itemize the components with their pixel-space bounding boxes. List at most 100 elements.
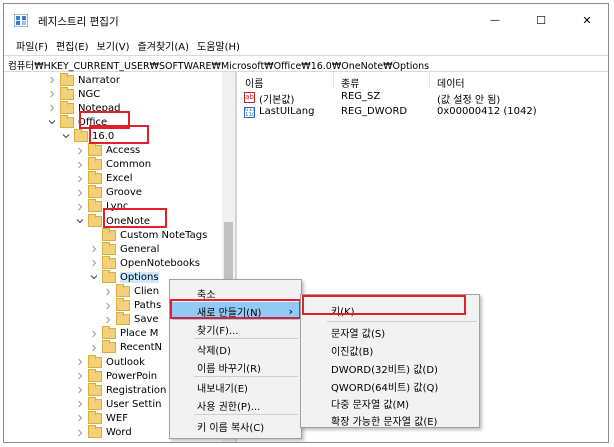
column-name[interactable]: 이름	[245, 75, 263, 90]
chevron-right-icon[interactable]	[74, 397, 86, 411]
menu-permissions[interactable]: 사용 권한(P)...	[170, 396, 301, 414]
chevron-right-icon[interactable]	[46, 73, 58, 87]
tree-item[interactable]: WEF	[74, 410, 128, 425]
address-path[interactable]: 컴퓨터₩HKEY_CURRENT_USER₩SOFTWARE₩Microsoft…	[8, 58, 429, 72]
tree-item[interactable]: Narrator	[46, 72, 120, 87]
folder-icon	[102, 269, 116, 283]
menu-new[interactable]: 새로 만들기(N) ›	[172, 302, 299, 320]
window-title: 레지스트리 편집기	[38, 16, 119, 28]
folder-icon	[116, 298, 130, 312]
menu-view[interactable]: 보기(V)	[93, 38, 134, 53]
chevron-right-icon[interactable]	[88, 242, 100, 256]
chevron-right-icon[interactable]	[74, 144, 86, 158]
menu-file[interactable]: 파일(F)	[12, 38, 52, 53]
value-row[interactable]: 011 110 LastUILang REG_DWORD 0x00000412 (…	[237, 105, 608, 120]
value-type: REG_DWORD	[341, 106, 408, 117]
menu-edit[interactable]: 편집(E)	[52, 38, 93, 53]
menu-rename[interactable]: 이름 바꾸기(R)	[170, 358, 301, 376]
chevron-right-icon[interactable]	[74, 426, 86, 440]
maximize-button[interactable]: ☐	[518, 4, 564, 36]
tree-item[interactable]: 16.0	[60, 128, 114, 143]
tree-item[interactable]: Outlook	[74, 354, 145, 369]
tree-item[interactable]: OpenNotebooks	[88, 255, 200, 270]
submenu-string-value[interactable]: 문자열 값(S)	[301, 323, 479, 341]
submenu-expandable-string-value[interactable]: 확장 가능한 문자열 값(E)	[301, 411, 479, 429]
tree-item[interactable]: Office	[46, 114, 108, 129]
chevron-down-icon[interactable]	[60, 129, 72, 143]
chevron-right-icon[interactable]	[102, 313, 114, 327]
menu-delete[interactable]: 삭제(D)	[170, 340, 301, 358]
chevron-down-icon[interactable]	[46, 115, 58, 129]
chevron-down-icon[interactable]	[88, 270, 100, 284]
chevron-right-icon[interactable]	[74, 186, 86, 200]
folder-icon	[88, 382, 102, 396]
tree-item-label: OneNote	[106, 215, 151, 227]
menu-export[interactable]: 내보내기(E)	[170, 378, 301, 396]
chevron-right-icon[interactable]	[46, 87, 58, 101]
address-bar[interactable]: 컴퓨터₩HKEY_CURRENT_USER₩SOFTWARE₩Microsoft…	[4, 55, 608, 72]
close-button[interactable]: ✕	[564, 4, 608, 36]
tree-item[interactable]: Clien	[102, 284, 159, 299]
chevron-right-icon[interactable]	[88, 327, 100, 341]
tree-item[interactable]: RecentN	[88, 340, 162, 355]
column-data[interactable]: 데이터	[437, 75, 465, 90]
tree-item[interactable]: Lync	[74, 199, 128, 214]
tree-item[interactable]: User Settin	[74, 396, 162, 411]
minimize-button[interactable]: —	[472, 4, 518, 36]
menu-copy-key-name[interactable]: 키 이름 복사(C)	[170, 417, 301, 435]
tree-item[interactable]: Save	[102, 312, 159, 327]
tree-item[interactable]: NGC	[46, 86, 100, 101]
submenu-multi-string-value[interactable]: 다중 문자열 값(M)	[301, 394, 479, 412]
menu-help[interactable]: 도움말(H)	[193, 38, 244, 53]
chevron-right-icon[interactable]	[102, 299, 114, 313]
folder-icon	[102, 241, 116, 255]
tree-item[interactable]: Custom NoteTags	[88, 227, 207, 242]
chevron-right-icon[interactable]	[74, 158, 86, 172]
tree-item[interactable]: Word	[74, 425, 132, 440]
tree-item[interactable]: OneNote	[74, 213, 151, 228]
minimize-icon: —	[490, 14, 500, 26]
submenu-key[interactable]: 키(K)	[301, 301, 479, 319]
menu-collapse[interactable]: 축소	[170, 284, 301, 302]
chevron-right-icon[interactable]	[74, 411, 86, 425]
tree-item[interactable]: Excel	[74, 171, 133, 186]
title-bar[interactable]: 레지스트리 편집기 — ☐ ✕	[4, 4, 608, 36]
menu-find[interactable]: 찾기(F)...	[170, 320, 301, 338]
tree-item[interactable]: Options	[88, 269, 159, 284]
tree-item[interactable]: Place M	[88, 326, 159, 341]
submenu-binary-value[interactable]: 이진값(B)	[301, 341, 479, 359]
tree-item[interactable]: PowerPoin	[74, 368, 157, 383]
folder-icon	[88, 368, 102, 382]
chevron-right-icon[interactable]	[74, 355, 86, 369]
tree-item-label: Narrator	[78, 74, 120, 86]
value-row[interactable]: ab (기본값) REG_SZ (값 설정 안 됨)	[237, 90, 608, 106]
chevron-right-icon[interactable]	[88, 256, 100, 270]
tree-item-label: Word	[106, 427, 132, 438]
tree-item[interactable]: Access	[74, 143, 140, 158]
chevron-right-icon[interactable]	[74, 369, 86, 383]
column-type[interactable]: 종류	[341, 75, 359, 90]
folder-icon	[88, 143, 102, 156]
tree-item[interactable]: Common	[74, 157, 151, 172]
chevron-right-icon[interactable]	[88, 341, 100, 355]
tree-item[interactable]: Groove	[74, 185, 142, 200]
menu-favorites[interactable]: 즐겨찾기(A)	[134, 38, 193, 53]
chevron-right-icon[interactable]	[102, 285, 114, 299]
chevron-down-icon[interactable]	[74, 214, 86, 228]
tree-item-label: Place M	[120, 328, 159, 340]
tree-item-label: Office	[78, 116, 108, 128]
submenu-qword-value[interactable]: QWORD(64비트) 값(Q)	[301, 377, 479, 395]
chevron-right-icon[interactable]	[74, 383, 86, 397]
chevron-right-icon[interactable]	[46, 101, 58, 115]
tree-item[interactable]: General	[88, 241, 159, 256]
tree-item[interactable]: Notepad	[46, 100, 121, 115]
chevron-right-icon[interactable]	[74, 200, 86, 214]
tree-item[interactable]: Paths	[102, 298, 161, 313]
folder-icon	[88, 199, 102, 213]
tree-item-label: User Settin	[106, 398, 162, 410]
string-value-icon: ab	[244, 92, 255, 103]
chevron-right-icon[interactable]	[74, 172, 86, 186]
tree-item[interactable]: Registration	[74, 382, 166, 397]
submenu-dword-value[interactable]: DWORD(32비트) 값(D)	[301, 359, 479, 377]
